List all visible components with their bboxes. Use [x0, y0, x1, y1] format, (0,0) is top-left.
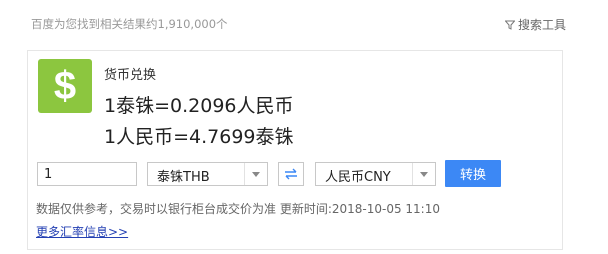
filter-icon — [504, 20, 515, 30]
rate-forward: 1泰铢=0.2096人民币 — [104, 95, 294, 117]
card-title: 货币兑换 — [104, 68, 157, 83]
results-toolbar: 百度为您找到相关结果约1,910,000个 搜索工具 — [0, 0, 608, 40]
more-rates-link[interactable]: 更多汇率信息>> — [36, 223, 128, 240]
convert-button[interactable]: 转换 — [445, 160, 501, 187]
from-currency-select[interactable]: 泰铢THB — [147, 162, 268, 186]
rate-reverse: 1人民币=4.7699泰铢 — [104, 126, 294, 148]
disclaimer-text: 数据仅供参考，交易时以银行柜台成交价为准 更新时间:2018-10-05 11:… — [36, 202, 440, 216]
swap-arrows-icon — [285, 168, 297, 180]
currency-converter-card: $ 货币兑换 1泰铢=0.2096人民币 1人民币=4.7699泰铢 泰铢THB… — [27, 50, 563, 250]
swap-currencies-button[interactable] — [278, 162, 304, 186]
dollar-sign-icon: $ — [38, 59, 92, 113]
to-currency-select[interactable]: 人民币CNY — [315, 162, 436, 186]
chevron-down-icon — [412, 163, 435, 185]
from-currency-label: 泰铢THB — [157, 170, 210, 185]
chevron-down-icon — [244, 163, 267, 185]
logo-glyph: $ — [53, 64, 77, 108]
search-tools-button[interactable]: 搜索工具 — [504, 16, 566, 33]
amount-input[interactable] — [37, 162, 137, 186]
result-count-text: 百度为您找到相关结果约1,910,000个 — [31, 17, 228, 31]
search-tools-label: 搜索工具 — [517, 18, 566, 32]
to-currency-label: 人民币CNY — [325, 170, 391, 185]
